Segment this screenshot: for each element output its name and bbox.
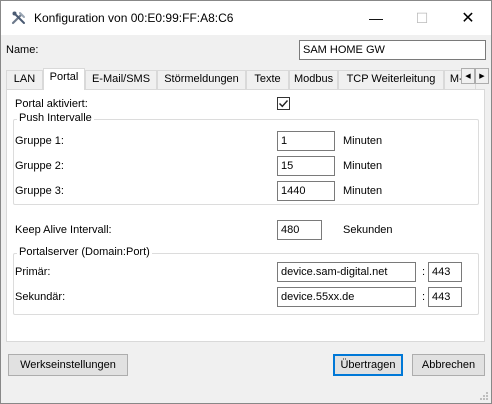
keepalive-unit: Sekunden (343, 224, 393, 236)
group2-unit: Minuten (343, 160, 383, 172)
tab-email-sms[interactable]: E-Mail/SMS (85, 70, 157, 89)
group3-input[interactable]: 1440 (277, 181, 335, 201)
portal-enabled-checkbox[interactable] (277, 97, 290, 110)
primary-server-port-input[interactable]: 443 (428, 262, 462, 282)
group1-input[interactable]: 1 (277, 131, 335, 151)
push-intervals-group (13, 119, 479, 205)
primary-server-domain-input[interactable]: device.sam-digital.net (277, 262, 416, 282)
tab-tcp-weiterleitung[interactable]: TCP Weiterleitung (338, 70, 444, 89)
tab-stoermeldungen[interactable]: Störmeldungen (157, 70, 246, 89)
checkmark-icon (279, 100, 289, 108)
config-window: Konfiguration von 00:E0:99:FF:A8:C6 — ☐ … (0, 0, 492, 404)
group2-input[interactable]: 15 (277, 156, 335, 176)
secondary-server-port-input[interactable]: 443 (428, 287, 462, 307)
tab-lan[interactable]: LAN (6, 70, 43, 89)
resize-grip-icon[interactable] (477, 389, 489, 401)
secondary-server-domain-input[interactable]: device.55xx.de (277, 287, 416, 307)
window-title: Konfiguration von 00:E0:99:FF:A8:C6 (34, 11, 234, 25)
tab-bar: LAN Portal E-Mail/SMS Störmeldungen Text… (6, 68, 490, 90)
group1-label: Gruppe 1: (15, 135, 64, 147)
transfer-button[interactable]: Übertragen (333, 354, 403, 376)
group2-label: Gruppe 2: (15, 160, 64, 172)
portal-server-legend: Portalserver (Domain:Port) (17, 246, 152, 258)
push-intervals-legend: Push Intervalle (17, 112, 94, 124)
maximize-button[interactable]: ☐ (399, 1, 445, 35)
secondary-server-separator: : (422, 291, 426, 303)
tools-icon (11, 11, 25, 25)
tab-portal[interactable]: Portal (43, 68, 85, 90)
cancel-button[interactable]: Abbrechen (412, 354, 485, 376)
group3-unit: Minuten (343, 185, 383, 197)
group1-unit: Minuten (343, 135, 383, 147)
tab-texte[interactable]: Texte (246, 70, 289, 89)
keepalive-input[interactable]: 480 (277, 220, 322, 240)
primary-server-separator: : (422, 266, 426, 278)
keepalive-label: Keep Alive Intervall: (15, 224, 112, 236)
minimize-button[interactable]: — (353, 1, 399, 35)
portal-tab-panel: Portal aktiviert: Push Intervalle Gruppe… (6, 89, 485, 342)
tab-scroll-left-icon[interactable]: ◀ (461, 68, 475, 84)
group3-label: Gruppe 3: (15, 185, 64, 197)
name-label: Name: (6, 44, 39, 56)
portal-enabled-label: Portal aktiviert: (15, 98, 88, 110)
close-button[interactable]: ✕ (445, 1, 491, 35)
name-field[interactable]: SAM HOME GW (299, 40, 486, 60)
tab-scroll-right-icon[interactable]: ▶ (475, 68, 489, 84)
title-bar[interactable]: Konfiguration von 00:E0:99:FF:A8:C6 — ☐ … (1, 1, 491, 35)
primary-server-label: Primär: (15, 266, 51, 278)
tab-modbus[interactable]: Modbus (289, 70, 338, 89)
secondary-server-label: Sekundär: (15, 291, 66, 303)
factory-settings-button[interactable]: Werkseinstellungen (8, 354, 128, 376)
